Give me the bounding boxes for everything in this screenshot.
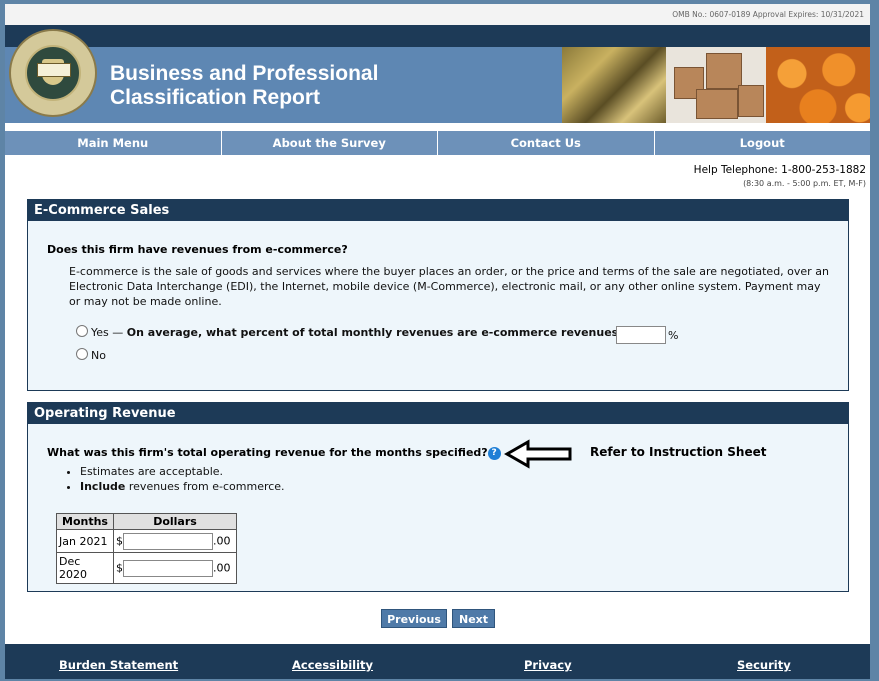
- revenue-section: Operating Revenue What was this firm's t…: [27, 402, 849, 592]
- instruction-annotation: Refer to Instruction Sheet: [590, 445, 767, 459]
- footer-accessibility[interactable]: Accessibility: [292, 658, 373, 672]
- bullet-include: Include revenues from e-commerce.: [80, 479, 285, 494]
- no-radio[interactable]: [76, 348, 88, 360]
- jan-2021-dollars-input[interactable]: [123, 532, 213, 550]
- page-title: Business and Professional Classification…: [110, 62, 378, 110]
- footer-security[interactable]: Security: [737, 658, 791, 672]
- photo-oranges: [766, 47, 870, 123]
- footer: Burden Statement Accessibility Privacy S…: [5, 644, 870, 679]
- next-button[interactable]: Next: [452, 609, 495, 628]
- nav-contact-us[interactable]: Contact Us: [438, 131, 655, 155]
- ecommerce-percent-input[interactable]: [616, 326, 666, 344]
- revenue-bullets: Estimates are acceptable. Include revenu…: [40, 464, 285, 494]
- yes-label: Yes —: [91, 326, 124, 339]
- month-cell: Jan 2021: [56, 529, 114, 553]
- cents-suffix: .00: [213, 534, 231, 547]
- bullet-include-text: revenues from e-commerce.: [125, 480, 285, 493]
- dollar-cell: $ .00: [113, 552, 237, 584]
- ecommerce-no-row: No: [76, 348, 106, 363]
- ecommerce-definition: E-commerce is the sale of goods and serv…: [69, 265, 829, 308]
- photo-screws: [562, 47, 666, 123]
- census-seal-logo: [9, 29, 97, 117]
- arrow-left-icon: [504, 439, 572, 469]
- top-stripe: [5, 25, 870, 47]
- revenue-table: Months Dollars Jan 2021 $ .00 Dec 2020 $.…: [56, 513, 237, 584]
- col-dollars: Dollars: [113, 513, 237, 530]
- ecommerce-section: E-Commerce Sales Does this firm have rev…: [27, 199, 849, 391]
- percent-sign: %: [668, 329, 679, 342]
- col-months: Months: [56, 513, 114, 530]
- bullet-include-bold: Include: [80, 480, 126, 493]
- ecommerce-question: Does this firm have revenues from e-comm…: [47, 243, 348, 256]
- revenue-question: What was this firm's total operating rev…: [47, 446, 488, 459]
- title-line-2: Classification Report: [110, 86, 321, 109]
- currency-sign: $: [116, 561, 123, 574]
- yes-percent-question: On average, what percent of total monthl…: [126, 326, 625, 339]
- no-label: No: [91, 349, 106, 362]
- header-banner: Business and Professional Classification…: [5, 29, 870, 123]
- page-frame: OMB No.: 0607-0189 Approval Expires: 10/…: [5, 4, 870, 679]
- footer-burden-statement[interactable]: Burden Statement: [59, 658, 178, 672]
- seal-inner: [25, 45, 81, 101]
- header-photos: [562, 47, 870, 123]
- seal-book-icon: [37, 63, 71, 77]
- nav-about-survey[interactable]: About the Survey: [222, 131, 438, 155]
- nav-logout[interactable]: Logout: [655, 131, 871, 155]
- currency-sign: $: [116, 534, 123, 547]
- footer-privacy[interactable]: Privacy: [524, 658, 572, 672]
- month-cell: Dec 2020: [56, 552, 114, 584]
- revenue-question-row: What was this firm's total operating rev…: [47, 446, 501, 460]
- omb-notice: OMB No.: 0607-0189 Approval Expires: 10/…: [5, 4, 870, 25]
- table-row: Jan 2021 $ .00: [56, 529, 237, 553]
- ecommerce-heading: E-Commerce Sales: [28, 200, 848, 221]
- question-icon[interactable]: ?: [487, 447, 501, 460]
- help-info: Help Telephone: 1-800-253-1882 (8:30 a.m…: [694, 164, 866, 190]
- revenue-heading: Operating Revenue: [28, 403, 848, 424]
- main-nav: Main Menu About the Survey Contact Us Lo…: [5, 131, 870, 155]
- help-phone: Help Telephone: 1-800-253-1882: [693, 164, 866, 176]
- bullet-estimates: Estimates are acceptable.: [80, 464, 285, 479]
- help-hours: (8:30 a.m. - 5:00 p.m. ET, M-F): [743, 179, 866, 188]
- ecommerce-yes-row: Yes — On average, what percent of total …: [76, 325, 625, 340]
- dec-2020-dollars-input[interactable]: [123, 559, 213, 577]
- title-line-1: Business and Professional: [110, 62, 379, 85]
- previous-button[interactable]: Previous: [381, 609, 447, 628]
- nav-main-menu[interactable]: Main Menu: [5, 131, 222, 155]
- yes-radio[interactable]: [76, 325, 88, 337]
- table-row: Dec 2020 $ .00: [56, 552, 237, 584]
- cents-suffix: .00: [213, 561, 231, 574]
- photo-boxes: [666, 47, 766, 123]
- dollar-cell: $ .00: [113, 529, 237, 553]
